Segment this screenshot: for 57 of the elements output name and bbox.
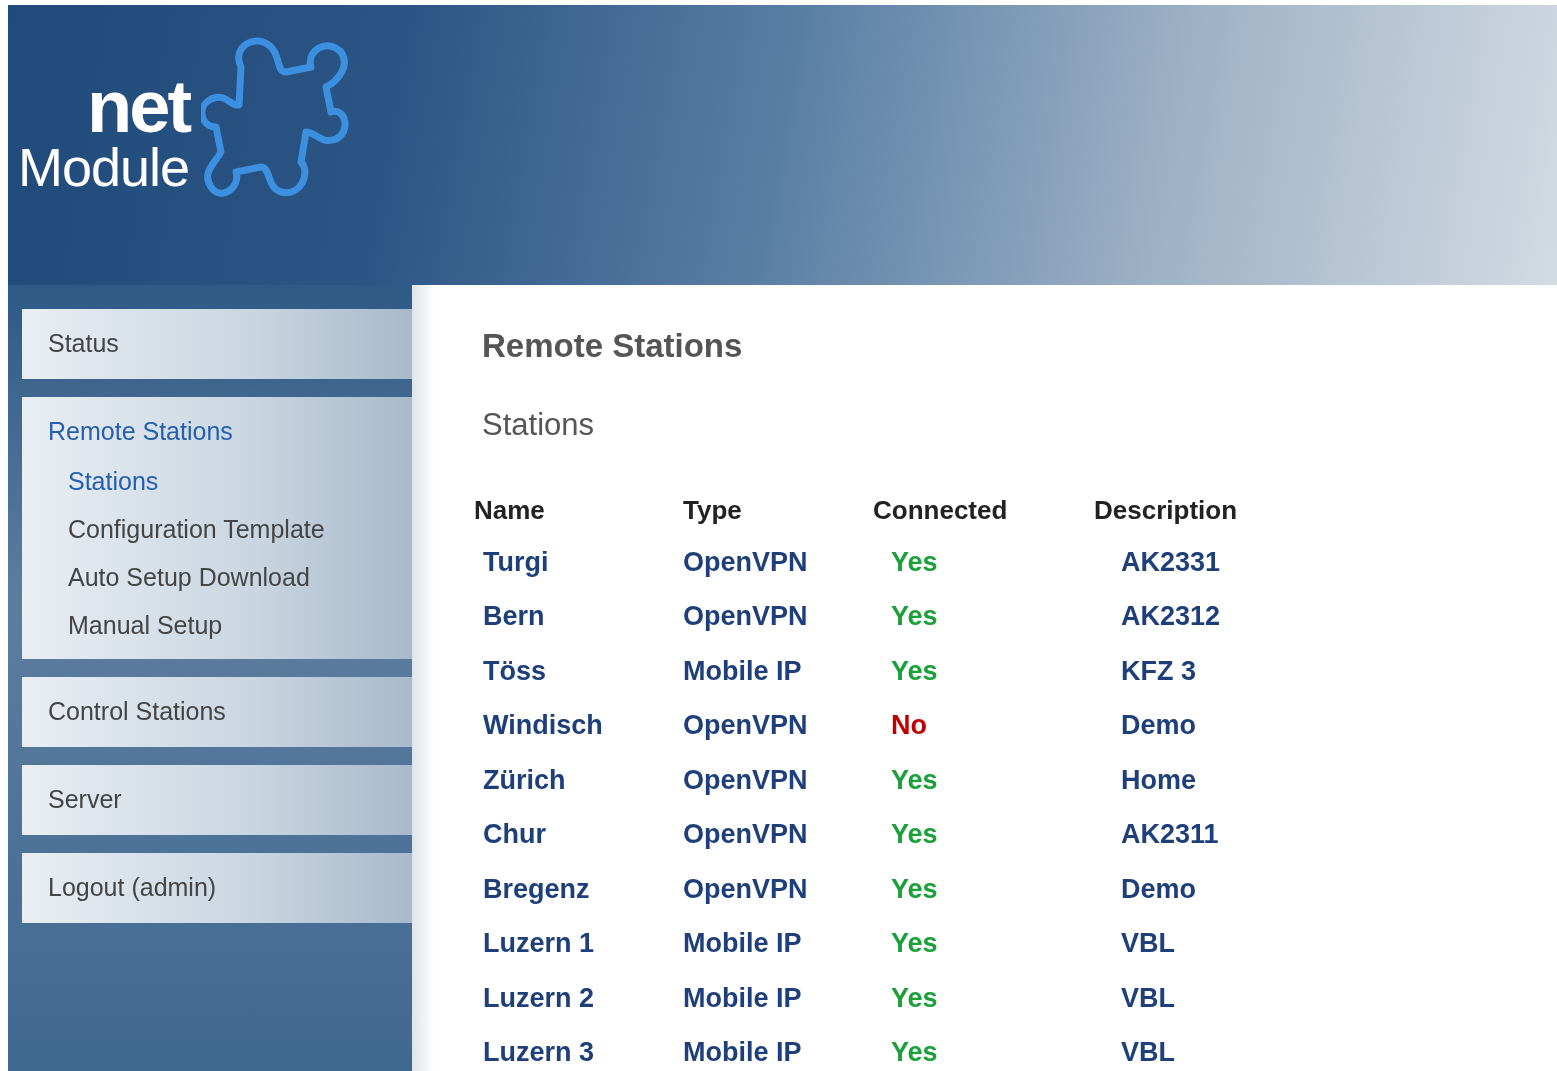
station-link[interactable]: Luzern 3 — [483, 1037, 595, 1068]
nav-item[interactable]: Logout (admin) — [22, 853, 412, 913]
station-link[interactable]: Luzern 2 — [483, 982, 595, 1013]
station-link[interactable]: Zürich — [483, 764, 566, 795]
nav-subitem[interactable]: Configuration Template — [22, 505, 412, 553]
table-cell: OpenVPN — [683, 764, 808, 795]
table-cell: VBL — [1121, 928, 1175, 959]
status-text: Yes — [891, 982, 938, 1013]
station-link[interactable]: Luzern 1 — [483, 928, 595, 959]
nav-item[interactable]: Server — [22, 765, 412, 825]
table-cell: Mobile IP — [683, 1037, 802, 1068]
status-text: No — [891, 710, 927, 741]
logo-text: net — [87, 75, 190, 139]
table-cell: OpenVPN — [683, 710, 808, 741]
column-header: Description — [1094, 493, 1239, 527]
status-text: Yes — [891, 1037, 938, 1068]
status-text: Yes — [891, 764, 938, 795]
table-cell: Mobile IP — [683, 928, 802, 959]
nav-item[interactable]: Status — [22, 309, 412, 369]
nav-item[interactable]: Remote Stations — [22, 397, 412, 457]
station-link[interactable]: Töss — [483, 655, 547, 686]
table-cell: OpenVPN — [683, 819, 808, 850]
table-cell: AK2311 — [1121, 819, 1219, 850]
table-cell: AK2312 — [1121, 601, 1221, 632]
table-cell: OpenVPN — [683, 873, 808, 904]
station-link[interactable]: Windisch — [483, 710, 603, 741]
status-text: Yes — [891, 873, 938, 904]
table-cell: OpenVPN — [683, 546, 808, 577]
status-text: Yes — [891, 928, 938, 959]
nav-item[interactable]: Control Stations — [22, 677, 412, 737]
status-text: Yes — [891, 819, 938, 850]
table-cell: KFZ 3 — [1121, 655, 1196, 686]
table-cell: AK2331 — [1121, 546, 1221, 577]
station-link[interactable]: Chur — [483, 819, 546, 850]
nav-subitem[interactable]: Stations — [22, 457, 412, 505]
table-cell: Home — [1121, 764, 1196, 795]
table-cell: Mobile IP — [683, 982, 802, 1013]
status-text: Yes — [891, 546, 938, 577]
column-header: Name — [474, 493, 683, 535]
table-cell: VBL — [1121, 982, 1175, 1013]
status-text: Yes — [891, 655, 938, 686]
section-title: Stations — [482, 407, 595, 443]
column-header: Type — [683, 493, 743, 527]
table-cell: Mobile IP — [683, 655, 802, 686]
station-link[interactable]: Bregenz — [483, 873, 590, 904]
nav-subitem[interactable]: Manual Setup — [22, 601, 412, 649]
station-link[interactable]: Turgi — [483, 546, 549, 577]
page-title: Remote Stations — [482, 327, 744, 365]
station-link[interactable]: Bern — [483, 601, 545, 632]
status-text: Yes — [891, 601, 938, 632]
nav-subitem[interactable]: Auto Setup Download — [22, 553, 412, 601]
table-cell: Demo — [1121, 873, 1196, 904]
table-cell: Demo — [1121, 710, 1196, 741]
table-cell: VBL — [1121, 1037, 1175, 1068]
column-header: Connected — [873, 493, 1009, 527]
logo-text: Module — [18, 139, 190, 195]
table-cell: OpenVPN — [683, 601, 808, 632]
